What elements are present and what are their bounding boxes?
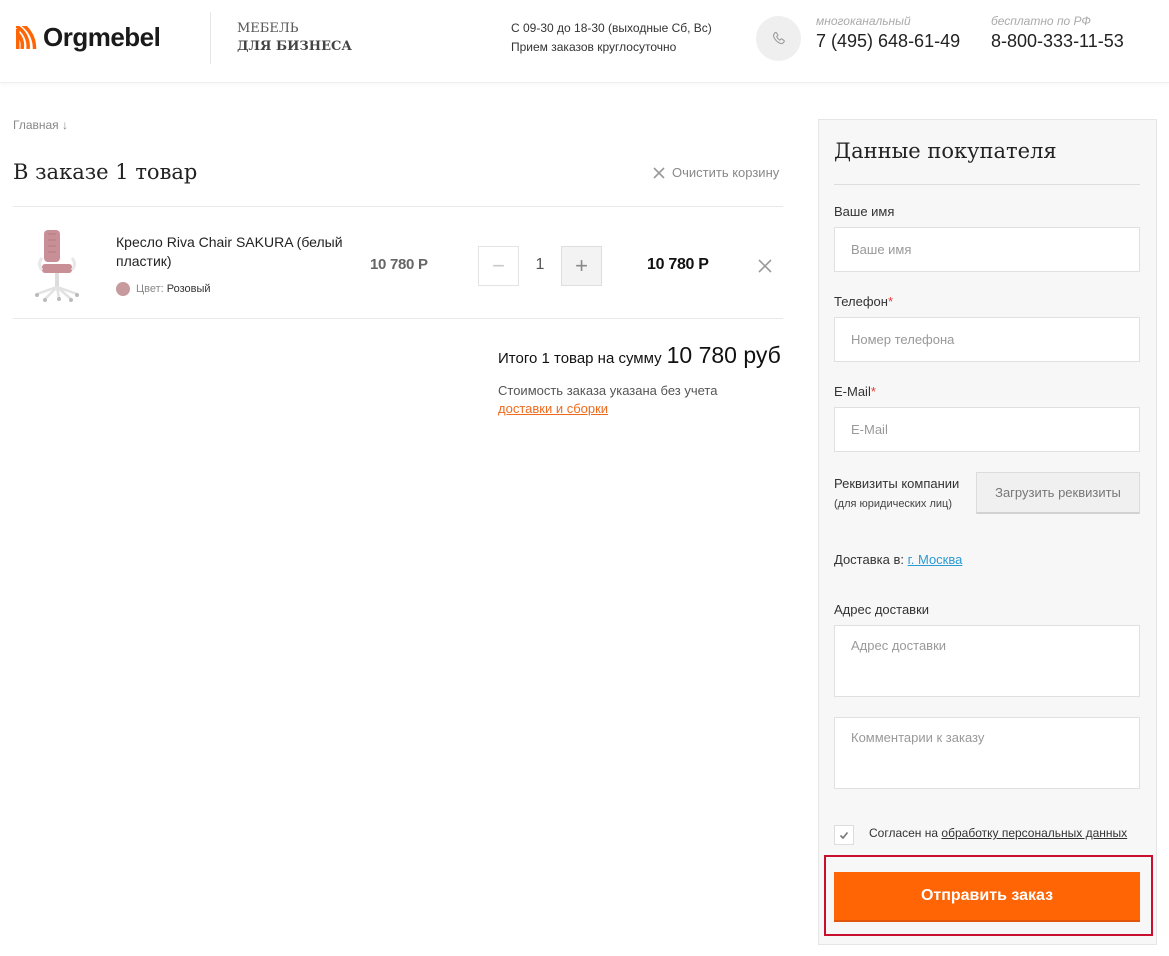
- panel-title: Данные покупателя: [834, 139, 1057, 163]
- email-label-text: E-Mail: [834, 384, 871, 399]
- qty-plus-button[interactable]: +: [561, 246, 602, 286]
- name-input[interactable]: Ваше имя: [834, 227, 1140, 272]
- logo-text: Orgmebel: [43, 22, 161, 52]
- product-color: Цвет: Розовый: [116, 282, 211, 296]
- hours-line2: Прием заказов круглосуточно: [511, 40, 677, 54]
- hours-line1: С 09-30 до 18-30 (выходные Сб, Вс): [511, 21, 712, 35]
- site-header: Orgmebel МЕБЕЛЬ ДЛЯ БИЗНЕСА С 09-30 до 1…: [0, 0, 1169, 83]
- delivery-city: Доставка в: г. Москва: [834, 552, 962, 567]
- tagline-line2: ДЛЯ БИЗНЕСА: [237, 39, 352, 54]
- upload-details-button[interactable]: Загрузить реквизиты: [976, 472, 1140, 514]
- remove-item-icon[interactable]: [757, 258, 773, 274]
- submit-order-button[interactable]: Отправить заказ: [834, 872, 1140, 922]
- comment-textarea[interactable]: Комментарии к заказу: [834, 717, 1140, 789]
- summary-amount: 10 780 руб: [666, 342, 781, 368]
- phone-label: многоканальный: [816, 14, 911, 28]
- color-swatch: [116, 282, 130, 296]
- panel-divider: [834, 184, 1140, 185]
- logo-icon: [16, 26, 37, 49]
- phone-free[interactable]: бесплатно по РФ 8-800-333-11-53: [991, 14, 1124, 54]
- phone-input[interactable]: Номер телефона: [834, 317, 1140, 362]
- phone-field-label: Телефон*: [834, 294, 893, 309]
- phone-number: 8-800-333-11-53: [991, 31, 1124, 51]
- color-label: Цвет:: [136, 283, 164, 295]
- delivery-assembly-link[interactable]: доставки и сборки: [498, 401, 608, 416]
- phone-icon[interactable]: [756, 16, 801, 61]
- product-image[interactable]: [31, 228, 89, 302]
- phone-label-text: Телефон: [834, 294, 888, 309]
- address-textarea[interactable]: Адрес доставки: [834, 625, 1140, 697]
- phone-multichannel[interactable]: многоканальный 7 (495) 648-61-49: [816, 14, 960, 54]
- qty-value[interactable]: 1: [525, 256, 555, 274]
- delivery-label: Доставка в:: [834, 552, 904, 567]
- delivery-city-link[interactable]: г. Москва: [908, 552, 963, 567]
- tagline: МЕБЕЛЬ ДЛЯ БИЗНЕСА: [237, 20, 352, 56]
- summary-note: Стоимость заказа указана без учета доста…: [498, 382, 717, 418]
- working-hours: С 09-30 до 18-30 (выходные Сб, Вс) Прием…: [511, 19, 712, 57]
- unit-price: 10 780 Р: [370, 256, 428, 273]
- color-value: Розовый: [166, 283, 211, 295]
- qty-minus-button[interactable]: −: [478, 246, 519, 286]
- name-label: Ваше имя: [834, 204, 895, 219]
- phone-label: бесплатно по РФ: [991, 14, 1091, 28]
- company-label: Реквизиты компании: [834, 476, 960, 491]
- clear-cart-label: Очистить корзину: [672, 165, 780, 180]
- order-summary: Итого 1 товар на сумму 10 780 руб: [498, 342, 781, 369]
- tagline-line1: МЕБЕЛЬ: [237, 21, 299, 36]
- required-mark: *: [887, 294, 893, 309]
- email-input[interactable]: E-Mail: [834, 407, 1140, 452]
- clear-cart-button[interactable]: Очистить корзину: [653, 165, 779, 180]
- phone-icon-glyph: [772, 31, 785, 44]
- breadcrumb-home[interactable]: Главная: [13, 118, 59, 132]
- phone-number: 7 (495) 648-61-49: [816, 31, 961, 51]
- email-field-label: E-Mail*: [834, 384, 876, 399]
- checkmark-icon: [839, 831, 849, 840]
- close-icon: [653, 166, 665, 179]
- breadcrumb-arrow-icon: ↓: [62, 118, 69, 132]
- header-divider: [210, 12, 211, 64]
- product-name-link[interactable]: Кресло Riva Chair SAKURA (белый пластик): [116, 233, 346, 271]
- agree-label: Согласен на обработку персональных данны…: [869, 826, 1127, 840]
- summary-note-text: Стоимость заказа указана без учета: [498, 383, 718, 398]
- company-details-label: Реквизиты компании (для юридических лиц): [834, 474, 959, 514]
- divider: [13, 206, 783, 207]
- breadcrumb[interactable]: Главная ↓: [13, 118, 68, 132]
- summary-label: Итого 1 товар на сумму: [498, 350, 662, 367]
- agree-text: Согласен на: [869, 826, 939, 840]
- logo[interactable]: Orgmebel: [16, 22, 161, 53]
- divider: [13, 318, 783, 319]
- company-sublabel: (для юридических лиц): [834, 498, 952, 510]
- agree-checkbox[interactable]: [834, 825, 854, 845]
- required-mark: *: [870, 384, 876, 399]
- privacy-policy-link[interactable]: обработку персональных данных: [941, 826, 1127, 840]
- row-total: 10 780 Р: [647, 256, 709, 273]
- page-title: В заказе 1 товар: [13, 160, 198, 184]
- address-label: Адрес доставки: [834, 602, 930, 617]
